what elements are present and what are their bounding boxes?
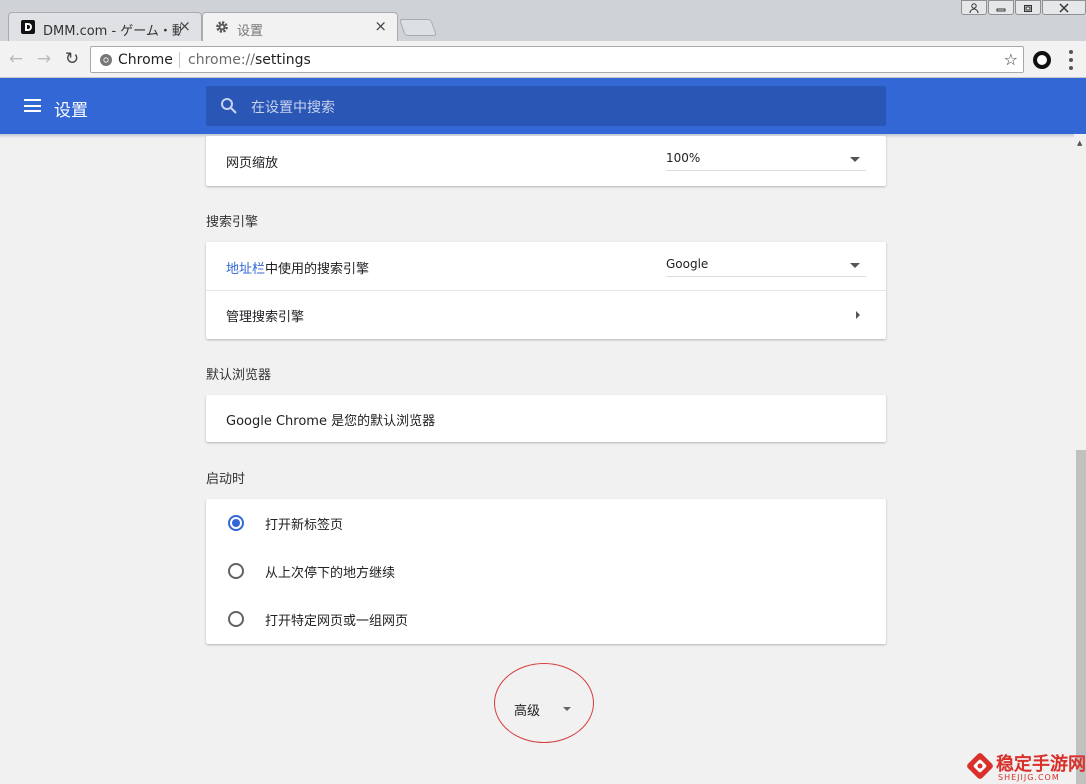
address-bar[interactable]: Chrome chrome://settings ☆ [90, 46, 1024, 73]
startup-option-new-tab[interactable]: 打开新标签页 [206, 499, 886, 547]
default-browser-text: Google Chrome 是您的默认浏览器 [226, 414, 436, 429]
startup-option-label: 从上次停下的地方继续 [265, 566, 396, 581]
minimize-button[interactable] [988, 0, 1014, 15]
restore-button[interactable] [1015, 0, 1041, 15]
person-icon [969, 2, 979, 13]
section-title-default-browser: 默认浏览器 [206, 368, 272, 383]
address-bar-link[interactable]: 地址栏 [226, 262, 265, 277]
tab-close-icon[interactable]: × [374, 18, 387, 34]
restore-icon [1024, 4, 1032, 12]
reload-button[interactable]: ↻ [62, 49, 82, 69]
dmm-favicon-icon [21, 20, 35, 34]
gear-icon [216, 21, 228, 33]
page-scrollbar[interactable]: ▲ [1074, 134, 1086, 784]
page-zoom-row: 网页缩放 100% [206, 136, 886, 184]
watermark: 稳定手游网 SHEJIJG.COM [966, 750, 1086, 784]
close-icon [1059, 2, 1069, 13]
search-engine-label-rest: 中使用的搜索引擎 [265, 262, 370, 277]
search-engine-card: 地址栏中使用的搜索引擎 Google 管理搜索引擎 [206, 242, 886, 339]
back-button[interactable]: ← [6, 49, 26, 69]
minimize-icon [996, 8, 1006, 11]
scrollbar-thumb[interactable] [1076, 450, 1086, 784]
url-text: chrome://settings [188, 52, 311, 68]
new-tab-button[interactable] [398, 19, 438, 36]
settings-search-box[interactable]: 在设置中搜索 [206, 86, 886, 126]
search-icon [221, 98, 237, 114]
address-divider [179, 52, 180, 68]
browser-toolbar: ← → ↻ Chrome chrome://settings ☆ [0, 41, 1086, 78]
section-title-on-startup: 启动时 [206, 472, 246, 487]
bookmark-star-icon[interactable]: ☆ [1004, 50, 1018, 69]
startup-card: 打开新标签页 从上次停下的地方继续 打开特定网页或一组网页 [206, 499, 886, 644]
settings-header: 设置 在设置中搜索 [0, 78, 1086, 134]
window-controls [960, 0, 1086, 16]
tab-title: DMM.com - ゲーム・動 [43, 24, 181, 39]
tab-title: 设置 [237, 24, 264, 39]
site-label: Chrome [118, 52, 173, 68]
startup-option-specific-pages[interactable]: 打开特定网页或一组网页 [206, 595, 886, 643]
default-browser-card: Google Chrome 是您的默认浏览器 [206, 395, 886, 442]
manage-search-engines-row[interactable]: 管理搜索引擎 [206, 291, 886, 339]
highlight-circle [494, 663, 594, 743]
startup-option-continue[interactable]: 从上次停下的地方继续 [206, 547, 886, 595]
appearance-card: 网页缩放 100% [206, 136, 886, 186]
dropdown-caret-icon [850, 263, 860, 268]
search-engine-value: Google [666, 257, 709, 271]
close-window-button[interactable] [1042, 0, 1086, 15]
dropdown-caret-icon [850, 157, 860, 162]
scroll-up-icon[interactable]: ▲ [1077, 139, 1082, 147]
url-host: settings [255, 52, 311, 68]
search-engine-row: 地址栏中使用的搜索引擎 Google [206, 242, 886, 290]
page-zoom-label: 网页缩放 [226, 156, 279, 171]
page-zoom-select[interactable]: 100% [666, 149, 866, 171]
radio-button-selected[interactable] [228, 515, 244, 531]
tab-settings[interactable]: 设置 × [202, 12, 398, 41]
search-engine-label: 地址栏中使用的搜索引擎 [226, 258, 369, 277]
startup-option-label: 打开特定网页或一组网页 [265, 614, 409, 629]
tab-dmm[interactable]: DMM.com - ゲーム・動 × [8, 12, 202, 41]
watermark-subtext: SHEJIJG.COM [998, 773, 1060, 782]
url-scheme: chrome:// [188, 52, 255, 68]
tab-strip: DMM.com - ゲーム・動 × 设置 × [0, 0, 1086, 41]
forward-button[interactable]: → [34, 49, 54, 69]
search-engine-select[interactable]: Google [666, 255, 866, 277]
user-icon[interactable] [961, 0, 987, 15]
watermark-logo-icon [967, 753, 993, 779]
extension-icon[interactable] [1033, 51, 1051, 69]
search-placeholder: 在设置中搜索 [251, 100, 335, 116]
manage-search-engines-label: 管理搜索引擎 [226, 310, 305, 325]
startup-option-label: 打开新标签页 [265, 518, 344, 533]
page-zoom-value: 100% [666, 151, 701, 165]
section-title-search-engine: 搜索引擎 [206, 215, 259, 230]
page-title: 设置 [54, 101, 88, 121]
tab-close-icon[interactable]: × [178, 18, 191, 34]
menu-icon[interactable] [24, 99, 41, 112]
radio-button[interactable] [228, 563, 244, 579]
chrome-menu-button[interactable] [1069, 50, 1073, 70]
chrome-logo-icon [100, 54, 112, 66]
chevron-right-icon [856, 311, 860, 319]
radio-button[interactable] [228, 611, 244, 627]
